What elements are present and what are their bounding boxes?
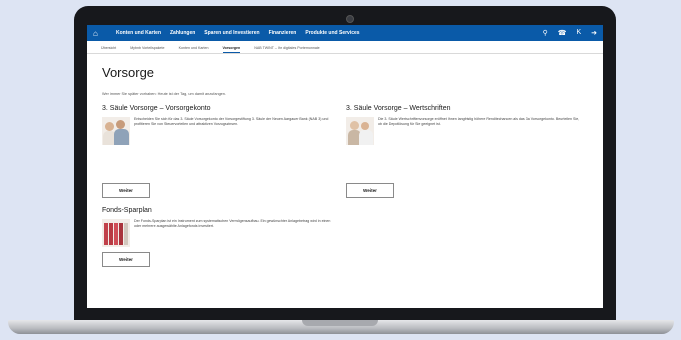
nav-utilities: ⚲ ☎ Κ ➜ [543, 29, 597, 37]
couple-photo [102, 117, 130, 145]
section-vorsorgekonto: 3. Säule Vorsorge – Vorsorgekonto Entsch… [102, 105, 337, 145]
section-title: 3. Säule Vorsorge – Vorsorgekonto [102, 105, 211, 112]
couple-photo [346, 117, 374, 145]
section-text: Die 3. Säule Wertschriftenvorsorge eröff… [378, 117, 580, 126]
weiter-button-wertschriften[interactable]: Weiter [346, 183, 394, 198]
phone-icon[interactable]: ☎ [558, 29, 567, 37]
screen: ⌂ Konten und Karten Zahlungen Sparen und… [87, 25, 603, 308]
section-text: Entscheiden Sie sich für das 3. Säule Vo… [134, 117, 329, 126]
piggy-bank-photo [102, 219, 130, 247]
laptop-notch [302, 320, 378, 326]
subnav-item-twint[interactable]: NAB TWINT – Ihr digitales Portemonnaie [254, 46, 319, 53]
subnav-item-uebersicht[interactable]: Übersicht [101, 46, 116, 53]
section-wertschriften: 3. Säule Vorsorge – Wertschriften Die 3.… [346, 105, 581, 145]
section-text: Der Fonds-Sparplan ist ein Instrument zu… [134, 219, 331, 228]
section-title: Fonds-Sparplan [102, 207, 152, 214]
nav-item-finanzieren[interactable]: Finanzieren [269, 30, 297, 36]
top-navigation: ⌂ Konten und Karten Zahlungen Sparen und… [87, 25, 603, 41]
sub-navigation: Übersicht Mybnb Vorteilspakete Konten un… [87, 41, 603, 54]
section-title: 3. Säule Vorsorge – Wertschriften [346, 105, 451, 112]
main-content: Vorsorge Wer immer Sie später vorhaben: … [87, 54, 603, 308]
camera-icon [346, 15, 354, 23]
weiter-button-vorsorgekonto[interactable]: Weiter [102, 183, 150, 198]
nav-item-produkte[interactable]: Produkte und Services [305, 30, 359, 36]
nav-item-zahlungen[interactable]: Zahlungen [170, 30, 195, 36]
page-title: Vorsorge [102, 65, 155, 80]
subnav-item-vorsorgen[interactable]: Vorsorgen [222, 46, 241, 53]
subnav-item-konten[interactable]: Konten und Karten [179, 46, 209, 53]
weiter-button-fonds-sparplan[interactable]: Weiter [102, 252, 150, 267]
location-icon[interactable]: ⚲ [543, 29, 548, 37]
nav-item-sparen[interactable]: Sparen und Investieren [204, 30, 259, 36]
section-fonds-sparplan: Fonds-Sparplan Der Fonds-Sparplan ist ei… [102, 207, 337, 247]
home-icon[interactable]: ⌂ [93, 29, 107, 38]
subnav-item-vorteilspakete[interactable]: Mybnb Vorteilspakete [130, 46, 164, 53]
logout-icon[interactable]: ➜ [591, 29, 597, 37]
nav-item-konten[interactable]: Konten und Karten [116, 30, 161, 36]
intro-text: Wer immer Sie später vorhaben: Heute ist… [102, 92, 226, 96]
user-icon[interactable]: Κ [576, 29, 581, 37]
